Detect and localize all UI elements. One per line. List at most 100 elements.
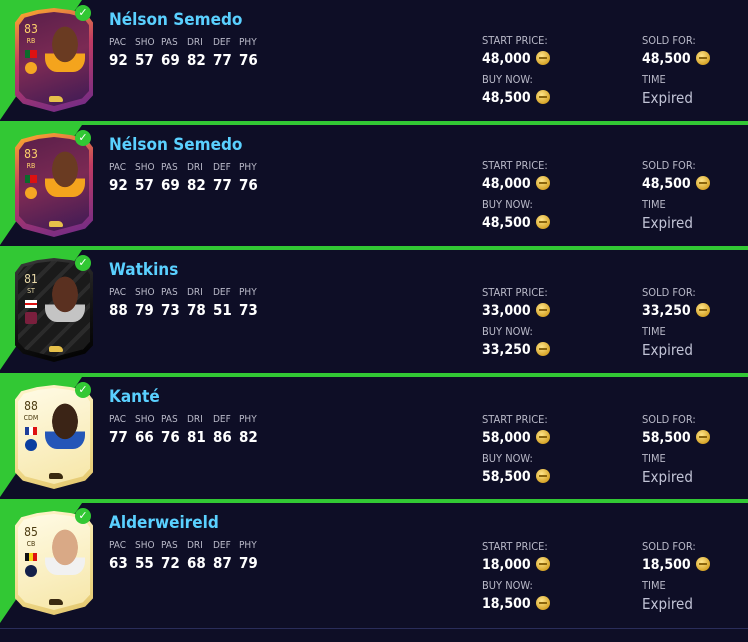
- attr-label: DRI: [187, 37, 203, 48]
- club-badge-icon: [25, 439, 37, 451]
- player-card[interactable]: 81 ST: [15, 258, 93, 362]
- player-card[interactable]: 83 RB: [15, 8, 93, 112]
- attr-value: 77: [213, 51, 232, 69]
- player-name: Alderweireld: [109, 513, 219, 533]
- attr-value: 87: [213, 554, 232, 572]
- player-name: Nélson Semedo: [109, 10, 243, 30]
- attr-value: 81: [187, 428, 206, 446]
- time-label: TIME: [642, 579, 666, 592]
- time-value: Expired: [642, 214, 693, 232]
- fut-coin-icon: [535, 342, 550, 356]
- player-name: Nélson Semedo: [109, 135, 243, 155]
- attr-value: 79: [135, 301, 154, 319]
- attr-value: 57: [135, 51, 154, 69]
- time-value: Expired: [642, 341, 693, 359]
- fut-coin-icon: [535, 557, 550, 571]
- buy-now-label: BUY NOW:: [482, 579, 533, 592]
- boot-icon: [49, 473, 63, 479]
- attr-label: PHY: [239, 287, 257, 298]
- attribute-labels: PAC SHO PAS DRI DEF PHY: [109, 287, 265, 298]
- player-photo: [45, 529, 85, 575]
- attr-value: 55: [135, 554, 154, 572]
- attr-label: DEF: [213, 414, 231, 425]
- attr-label: SHO: [135, 287, 155, 298]
- attr-label: PAC: [109, 414, 127, 425]
- time-value: Expired: [642, 89, 693, 107]
- card-position: CDM: [23, 414, 39, 422]
- fut-coin-icon: [535, 469, 550, 483]
- sold-for-label: SOLD FOR:: [642, 159, 696, 172]
- attr-label: DRI: [187, 414, 203, 425]
- list-item[interactable]: 83 RB ✓ Nélson Semedo PAC SHO PAS DRI DE…: [0, 0, 748, 122]
- sold-for-label: SOLD FOR:: [642, 540, 696, 553]
- attr-label: DEF: [213, 540, 231, 551]
- attribute-values: 92 57 69 82 77 76: [109, 51, 265, 69]
- buy-now-value: 48,500: [482, 215, 550, 231]
- card-rating: 83: [24, 22, 38, 36]
- attr-value: 73: [161, 301, 180, 319]
- player-photo: [45, 151, 85, 197]
- fut-coin-icon: [695, 51, 710, 65]
- list-item[interactable]: 83 RB ✓ Nélson Semedo PAC SHO PAS DRI DE…: [0, 125, 748, 247]
- list-item[interactable]: 85 CB ✓ Alderweireld PAC SHO PAS DRI DEF…: [0, 503, 748, 625]
- card-rating: 85: [24, 525, 38, 539]
- attr-label: DEF: [213, 37, 231, 48]
- club-badge-icon: [25, 62, 37, 74]
- attr-value: 63: [109, 554, 128, 572]
- boot-icon: [49, 221, 63, 227]
- attr-label: DRI: [187, 287, 203, 298]
- attr-label: PAC: [109, 540, 127, 551]
- player-card[interactable]: 83 RB: [15, 133, 93, 237]
- attr-label: DEF: [213, 287, 231, 298]
- player-card[interactable]: 85 CB: [15, 511, 93, 615]
- attr-value: 79: [239, 554, 258, 572]
- attr-value: 88: [109, 301, 128, 319]
- start-price-value: 33,000: [482, 303, 550, 319]
- player-photo: [45, 26, 85, 72]
- time-label: TIME: [642, 73, 666, 86]
- sold-for-label: SOLD FOR:: [642, 34, 696, 47]
- attribute-values: 63 55 72 68 87 79: [109, 554, 265, 572]
- list-item[interactable]: 88 CDM ✓ Kanté PAC SHO PAS DRI DEF PHY 7…: [0, 377, 748, 499]
- attr-label: PHY: [239, 162, 257, 173]
- list-item[interactable]: 81 ST ✓ Watkins PAC SHO PAS DRI DEF PHY …: [0, 250, 748, 372]
- fut-coin-icon: [695, 176, 710, 190]
- time-value: Expired: [642, 595, 693, 613]
- attr-value: 78: [187, 301, 206, 319]
- card-position: RB: [26, 162, 36, 170]
- attribute-values: 92 57 69 82 77 76: [109, 176, 265, 194]
- england-flag-icon: [25, 300, 37, 308]
- buy-now-value: 58,500: [482, 469, 550, 485]
- attr-value: 69: [161, 176, 180, 194]
- attr-value: 77: [109, 428, 128, 446]
- player-photo: [45, 276, 85, 322]
- attr-value: 72: [161, 554, 180, 572]
- player-name: Kanté: [109, 387, 160, 407]
- card-position: ST: [27, 287, 35, 295]
- attr-value: 69: [161, 51, 180, 69]
- buy-now-label: BUY NOW:: [482, 198, 533, 211]
- player-card[interactable]: 88 CDM: [15, 385, 93, 489]
- time-label: TIME: [642, 452, 666, 465]
- attr-label: PAC: [109, 162, 127, 173]
- boot-icon: [49, 346, 63, 352]
- attr-value: 82: [239, 428, 258, 446]
- list-bottom-divider: [0, 628, 748, 629]
- attr-label: SHO: [135, 540, 155, 551]
- attr-label: PAC: [109, 37, 127, 48]
- start-price-value: 48,000: [482, 51, 550, 67]
- attr-value: 76: [161, 428, 180, 446]
- portugal-flag-icon: [25, 175, 37, 183]
- attr-label: PAC: [109, 287, 127, 298]
- portugal-flag-icon: [25, 50, 37, 58]
- attribute-labels: PAC SHO PAS DRI DEF PHY: [109, 162, 265, 173]
- fut-coin-icon: [535, 303, 550, 317]
- attr-label: PAS: [161, 162, 178, 173]
- attr-value: 77: [213, 176, 232, 194]
- check-icon: ✓: [75, 255, 91, 271]
- sold-for-value: 48,500: [642, 51, 710, 67]
- sold-for-label: SOLD FOR:: [642, 413, 696, 426]
- fut-coin-icon: [695, 557, 710, 571]
- attr-value: 92: [109, 176, 128, 194]
- start-price-label: START PRICE:: [482, 159, 548, 172]
